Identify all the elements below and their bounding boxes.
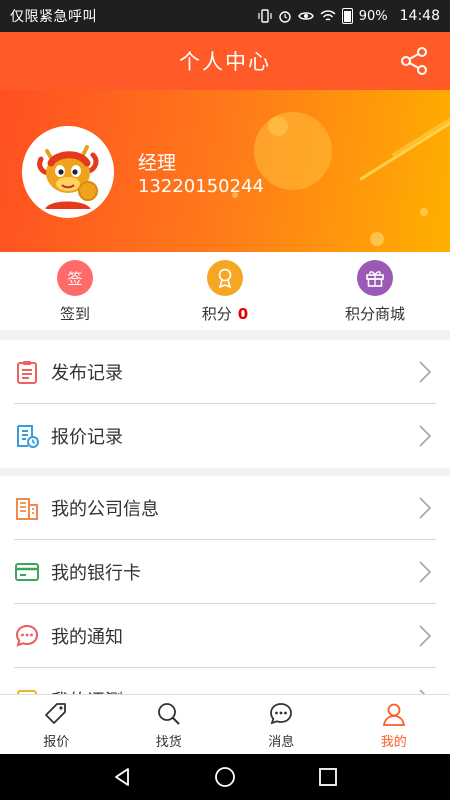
person-icon [382, 703, 405, 726]
bottom-tab-bar: 报价 找货 消息 我的 [0, 694, 450, 754]
home-icon[interactable] [214, 766, 236, 788]
points-label: 积分 [201, 305, 232, 323]
checkin-label: 签到 [59, 305, 90, 323]
checkin-button[interactable]: 签 签到 [0, 252, 150, 330]
profile-phone: 13220150244 [138, 176, 264, 197]
screen: 仅限紧急呼叫 90% 14:48 个人中心 经理 13220150244 签 签… [0, 0, 450, 800]
decor-circle [268, 116, 288, 136]
menu-group-records: 发布记录 报价记录 [0, 340, 450, 468]
quick-actions: 签 签到 积分 0 积分商城 [0, 252, 450, 330]
medal-icon [207, 260, 243, 296]
decor-dot [370, 232, 384, 246]
menu-item-bank-card[interactable]: 我的银行卡 [0, 540, 450, 604]
chevron-right-icon [419, 561, 432, 583]
points-mall-label: 积分商城 [344, 305, 405, 323]
points-label-row: 积分 0 [202, 303, 248, 324]
menu-item-quote-records[interactable]: 报价记录 [0, 404, 450, 468]
profile-banner: 经理 13220150244 [0, 90, 450, 252]
points-button[interactable]: 积分 0 [150, 252, 300, 330]
status-bar: 仅限紧急呼叫 90% 14:48 [0, 0, 450, 32]
checkin-icon: 签 [57, 260, 93, 296]
recents-icon[interactable] [317, 766, 339, 788]
back-icon[interactable] [111, 766, 133, 788]
avatar[interactable] [22, 126, 114, 218]
menu-item-notifications[interactable]: 我的通知 [0, 604, 450, 668]
chevron-right-icon [419, 425, 432, 447]
checkin-icon-text: 签 [67, 269, 83, 288]
tab-label: 找货 [155, 735, 182, 750]
alarm-icon [279, 11, 291, 23]
tab-mine[interactable]: 我的 [338, 695, 450, 754]
tab-label: 消息 [268, 735, 295, 750]
card-icon [15, 563, 39, 581]
header: 个人中心 [0, 32, 450, 90]
clipboard-icon [17, 361, 37, 384]
chevron-right-icon [419, 361, 432, 383]
status-icons: 90% 14:48 [258, 8, 440, 24]
tag-icon [45, 703, 67, 724]
tab-quote[interactable]: 报价 [0, 695, 113, 754]
tab-label: 报价 [43, 735, 70, 750]
decor-line [391, 106, 450, 157]
chat-icon [15, 624, 39, 647]
battery-icon [341, 8, 353, 24]
chevron-right-icon [419, 625, 432, 647]
menu-item-label: 我的公司信息 [51, 499, 159, 520]
menu-item-publish-records[interactable]: 发布记录 [0, 340, 450, 404]
dragon-mascot-icon [25, 129, 111, 215]
menu-item-label: 我的通知 [51, 627, 123, 648]
gift-icon [357, 260, 393, 296]
message-icon [270, 703, 293, 725]
tab-find-goods[interactable]: 找货 [113, 695, 226, 754]
share-icon[interactable] [398, 45, 430, 77]
profile-name: 经理 [138, 152, 177, 174]
eye-icon [297, 12, 314, 20]
tab-label: 我的 [380, 735, 407, 750]
time-text: 14:48 [399, 8, 440, 24]
menu-item-company-info[interactable]: 我的公司信息 [0, 476, 450, 540]
building-icon [16, 498, 38, 520]
points-value: 0 [237, 305, 249, 323]
vibrate-icon [258, 9, 272, 23]
wifi-icon [320, 10, 336, 21]
menu-item-label: 报价记录 [51, 427, 123, 448]
battery-text: 90% [358, 8, 388, 24]
points-mall-button[interactable]: 积分商城 [300, 252, 450, 330]
tab-messages[interactable]: 消息 [225, 695, 338, 754]
document-clock-icon [17, 425, 39, 448]
page-title: 个人中心 [179, 50, 271, 74]
system-nav-bar [0, 754, 450, 800]
chevron-right-icon [419, 497, 432, 519]
menu-item-label: 发布记录 [51, 363, 123, 384]
menu-item-label: 我的银行卡 [51, 563, 141, 584]
carrier-text: 仅限紧急呼叫 [10, 9, 97, 25]
decor-circle [254, 112, 332, 190]
search-icon [157, 703, 180, 725]
decor-dot [420, 208, 428, 216]
